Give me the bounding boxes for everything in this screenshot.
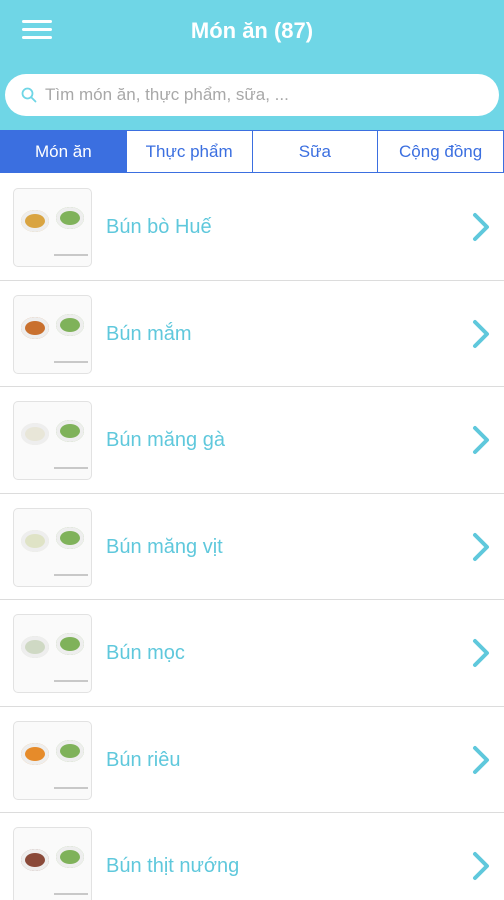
dish-name: Bún bò Huế (106, 216, 212, 238)
dish-thumbnail (13, 294, 92, 374)
chevron-right-icon (473, 319, 489, 348)
dish-bowl-image (21, 423, 49, 445)
list-item[interactable]: Bún thịt nướng (0, 813, 504, 900)
vegetable-bowl-image (56, 633, 84, 655)
vegetable-bowl-image (56, 846, 84, 868)
page-title: Món ăn (87) (190, 18, 314, 43)
chevron-right-icon (473, 639, 489, 667)
list-item[interactable]: Bún bò Huế (0, 174, 504, 281)
list-item[interactable]: Bún mọc (0, 600, 504, 707)
dish-name: Bún riêu (106, 748, 181, 771)
list-item[interactable]: Bún riêu (0, 706, 504, 813)
dish-name: Bún măng vịt (106, 535, 223, 558)
search-icon (21, 87, 37, 103)
dish-thumbnail (13, 720, 92, 800)
dish-bowl-image (21, 529, 49, 552)
list-item[interactable]: Bún măng gà (0, 387, 504, 494)
dish-bowl-image (21, 316, 49, 339)
vegetable-bowl-image (56, 526, 84, 549)
dish-thumbnail (13, 507, 92, 587)
dish-thumbnail (13, 401, 92, 480)
dish-list: Bún bò Huế Bún mắm Bún măng gà Bún măng … (0, 174, 504, 900)
dish-name: Bún thịt nướng (106, 855, 240, 877)
dish-bowl-image (21, 849, 49, 871)
dish-name: Bún mắm (106, 322, 192, 345)
dish-thumbnail (13, 827, 92, 900)
chevron-right-icon (473, 532, 489, 561)
dish-thumbnail (13, 188, 92, 267)
app-header: Món ăn (87) (0, 0, 504, 132)
search-input[interactable] (45, 80, 485, 110)
vegetable-bowl-image (56, 420, 84, 442)
vegetable-bowl-image (56, 739, 84, 762)
tab-thuc-pham[interactable]: Thực phẩm (126, 130, 253, 173)
dish-name: Bún mọc (106, 642, 185, 664)
dish-thumbnail (13, 614, 92, 693)
dish-bowl-image (21, 636, 49, 658)
tab-sua[interactable]: Sữa (252, 130, 379, 173)
chevron-right-icon (473, 213, 489, 241)
tab-mon-an[interactable]: Món ăn (0, 130, 127, 173)
list-item[interactable]: Bún măng vịt (0, 493, 504, 600)
chevron-right-icon (473, 852, 489, 880)
vegetable-bowl-image (56, 207, 84, 229)
dish-bowl-image (21, 210, 49, 232)
tab-cong-dong[interactable]: Cộng đồng (378, 130, 504, 173)
chevron-right-icon (473, 426, 489, 454)
chevron-right-icon (473, 745, 489, 774)
vegetable-bowl-image (56, 313, 84, 336)
dish-name: Bún măng gà (106, 429, 225, 451)
search-bar[interactable] (5, 74, 499, 116)
list-item[interactable]: Bún mắm (0, 280, 504, 387)
dish-bowl-image (21, 742, 49, 765)
category-tabs: Món ăn Thực phẩm Sữa Cộng đồng (0, 130, 504, 173)
